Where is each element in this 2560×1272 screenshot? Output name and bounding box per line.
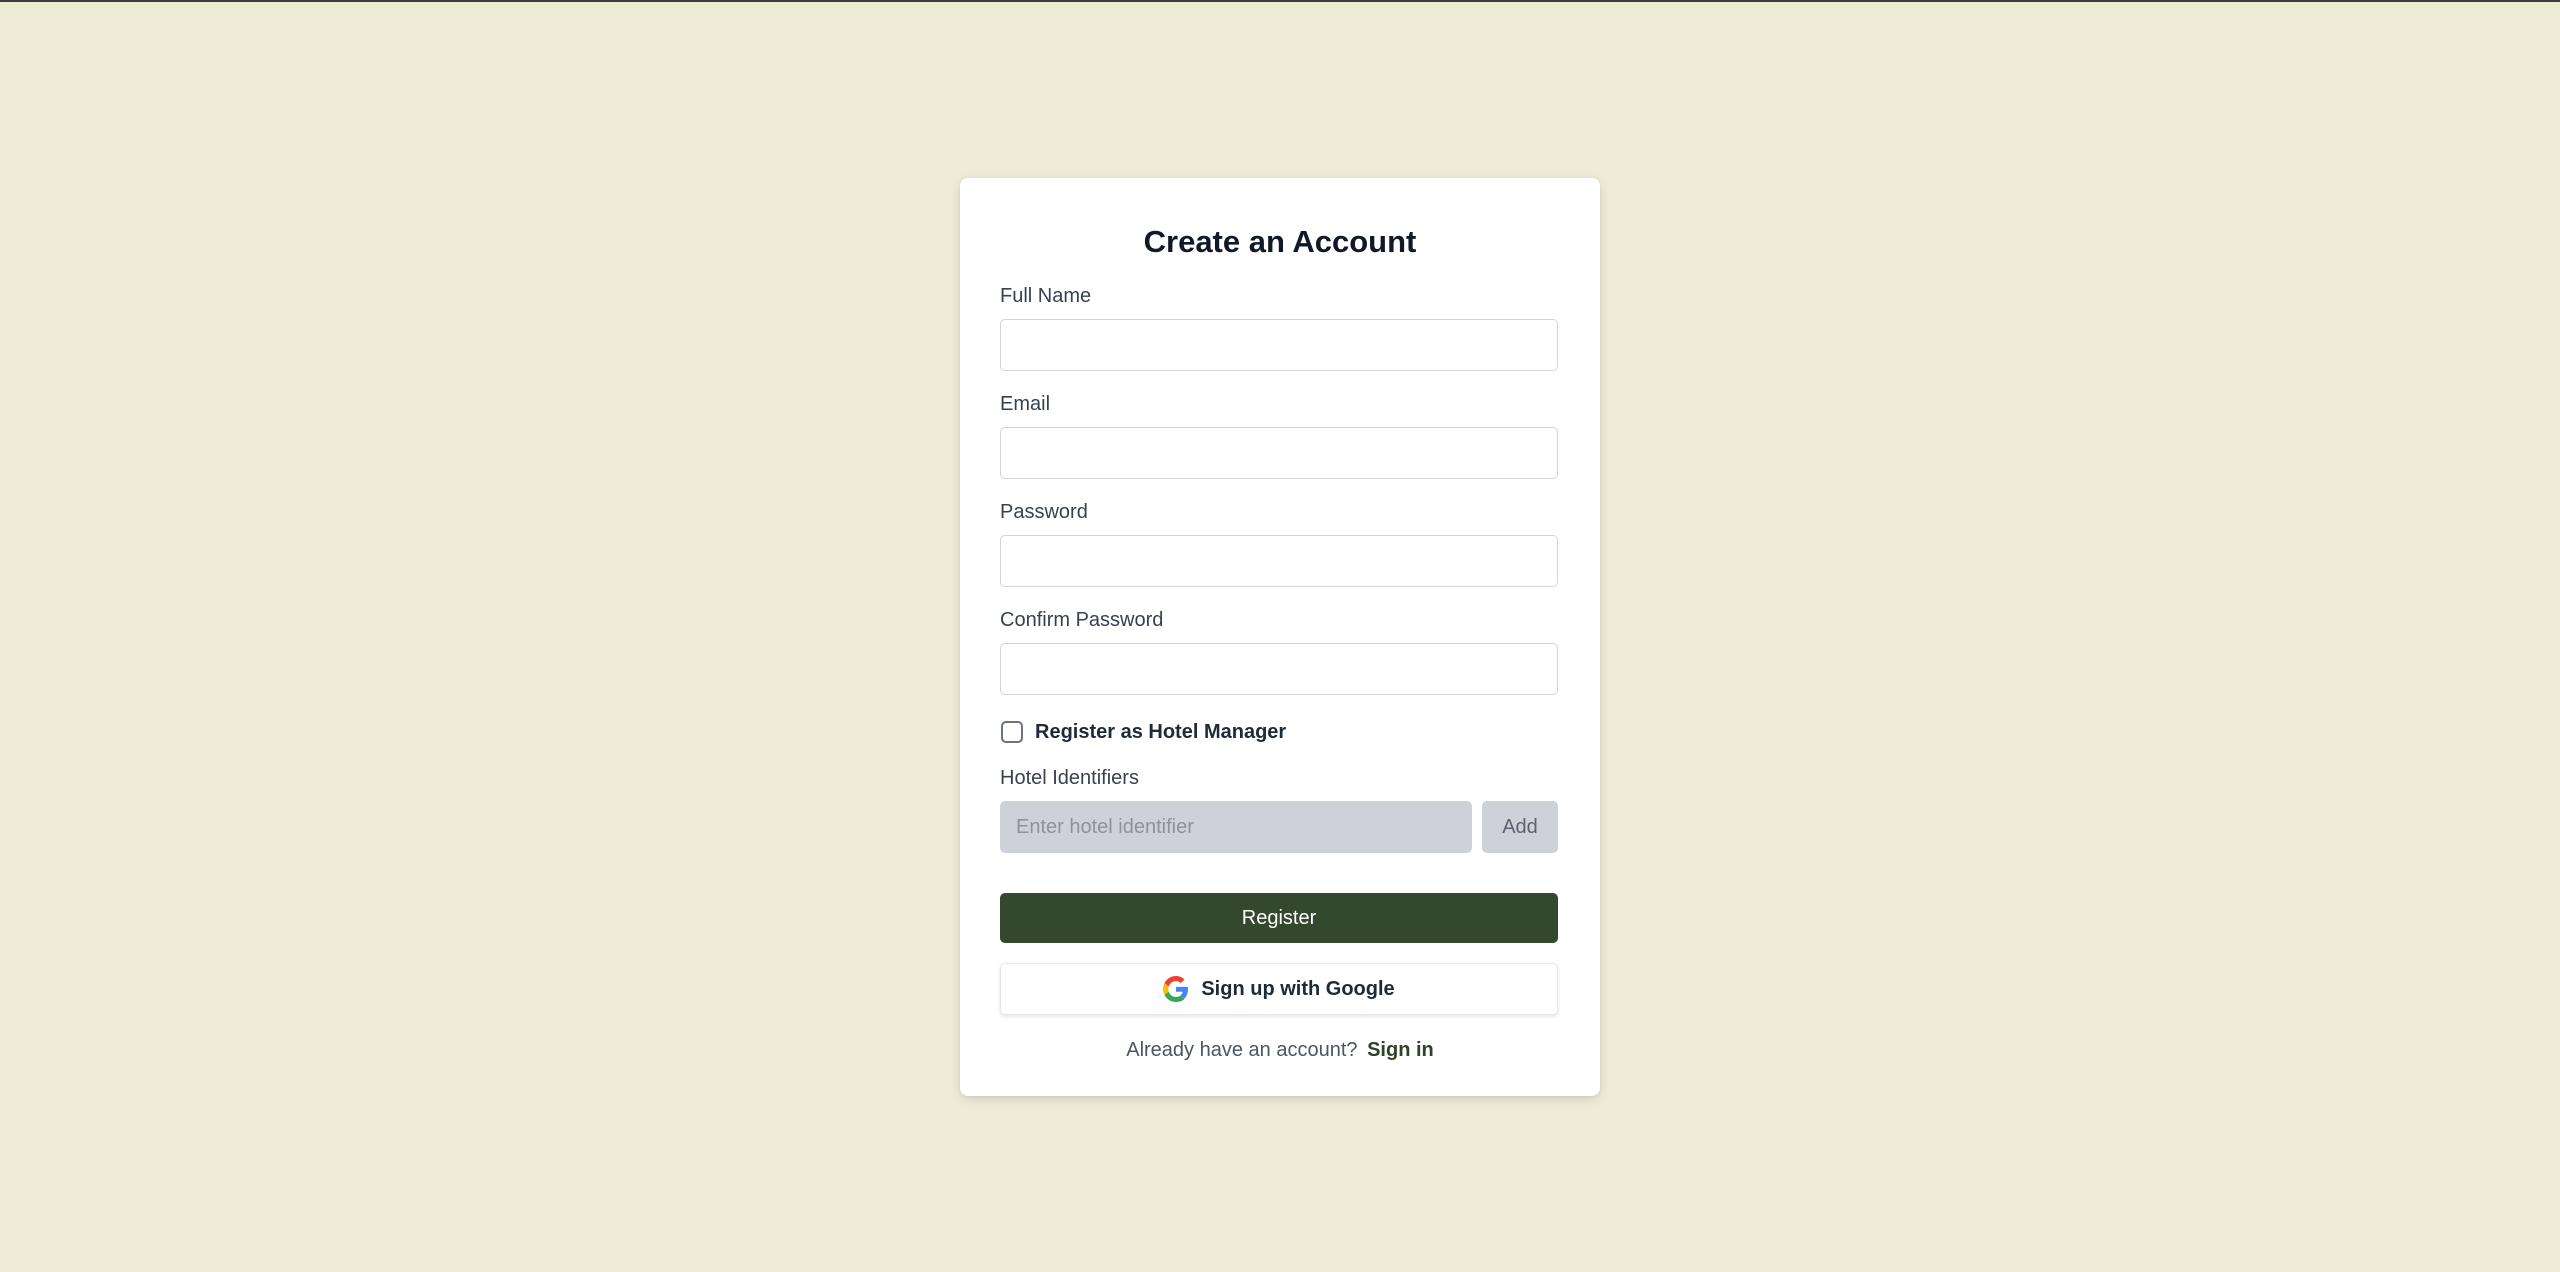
full-name-label: Full Name [1000,285,1092,307]
full-name-input[interactable] [1000,319,1558,371]
confirm-password-label: Confirm Password [1000,609,1164,631]
google-g-icon [1163,976,1189,1002]
email-input[interactable] [1000,427,1558,479]
email-label: Email [1000,393,1051,415]
hotel-identifier-input[interactable] [1000,801,1472,853]
hotel-manager-checkbox-label[interactable]: Register as Hotel Manager [1035,721,1286,744]
google-signup-button[interactable]: Sign up with Google [1000,963,1558,1015]
hotel-identifiers-group: Hotel Identifiers Add [1000,765,1560,853]
hotel-identifiers-row: Add [1000,801,1560,853]
confirm-password-group: Confirm Password [1000,607,1560,695]
email-group: Email [1000,391,1560,479]
hotel-manager-checkbox[interactable] [1001,721,1023,743]
full-name-group: Full Name [1000,283,1560,371]
signin-prompt-text: Already have an account? [1126,1039,1358,1061]
register-button[interactable]: Register [1000,893,1558,943]
page-title: Create an Account [1143,224,1417,259]
password-label: Password [1000,501,1088,523]
signin-link[interactable]: Sign in [1367,1039,1434,1061]
register-card: Create an Account Full Name Email Passwo… [960,178,1600,1096]
google-signup-label: Sign up with Google [1201,977,1395,1000]
add-hotel-button[interactable]: Add [1482,801,1558,853]
top-border [0,0,2560,2]
confirm-password-input[interactable] [1000,643,1558,695]
hotel-manager-option[interactable]: Register as Hotel Manager [1000,717,1560,747]
hotel-identifiers-label: Hotel Identifiers [1000,767,1139,789]
password-group: Password [1000,499,1560,587]
signin-prompt: Already have an account? Sign in [1000,1037,1560,1063]
password-input[interactable] [1000,535,1558,587]
